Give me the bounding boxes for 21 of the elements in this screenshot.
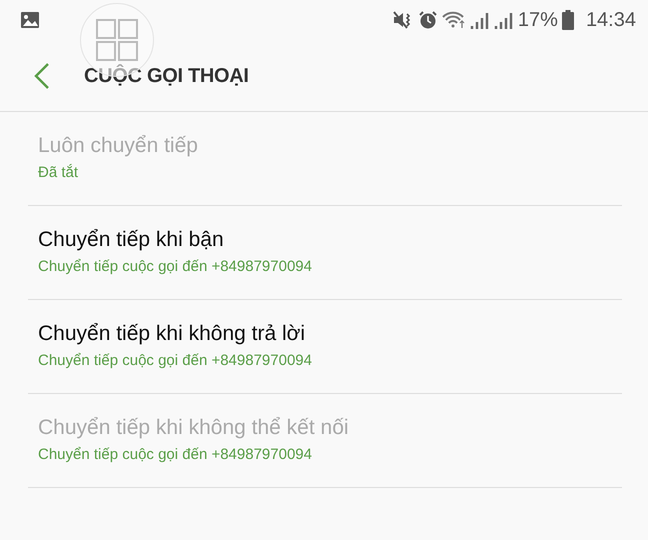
back-icon[interactable] xyxy=(34,62,50,88)
settings-item[interactable]: Chuyển tiếp khi không trả lời Chuyển tiếp cuộc gọi đến +84987970094 xyxy=(28,300,622,394)
item-title: Chuyển tiếp khi không thể kết nối xyxy=(38,414,350,440)
item-summary: Đã tắt xyxy=(38,162,80,183)
wifi-icon xyxy=(442,11,466,29)
clock-time: 14:34 xyxy=(586,8,636,33)
alarm-icon xyxy=(418,10,438,30)
signal-icon xyxy=(470,11,490,29)
item-summary: Chuyển tiếp cuộc gọi đến +84987970094 xyxy=(38,444,313,465)
gallery-icon xyxy=(20,11,40,29)
item-summary: Chuyển tiếp cuộc gọi đến +84987970094 xyxy=(38,350,313,371)
grid-icon xyxy=(96,19,138,61)
settings-item[interactable]: Chuyển tiếp khi bận Chuyển tiếp cuộc gọi đến +84987970094 xyxy=(28,206,622,300)
page-title: CUỘC GỌI THOẠI xyxy=(84,63,249,88)
item-title: Chuyển tiếp khi không trả lời xyxy=(38,320,306,346)
signal-icon xyxy=(494,11,514,29)
item-summary: Chuyển tiếp cuộc gọi đến +84987970094 xyxy=(38,256,313,277)
item-title: Luôn chuyển tiếp xyxy=(38,132,199,158)
battery-icon xyxy=(562,10,574,30)
item-title: Chuyển tiếp khi bận xyxy=(38,226,225,252)
battery-percent: 17% xyxy=(518,8,558,33)
